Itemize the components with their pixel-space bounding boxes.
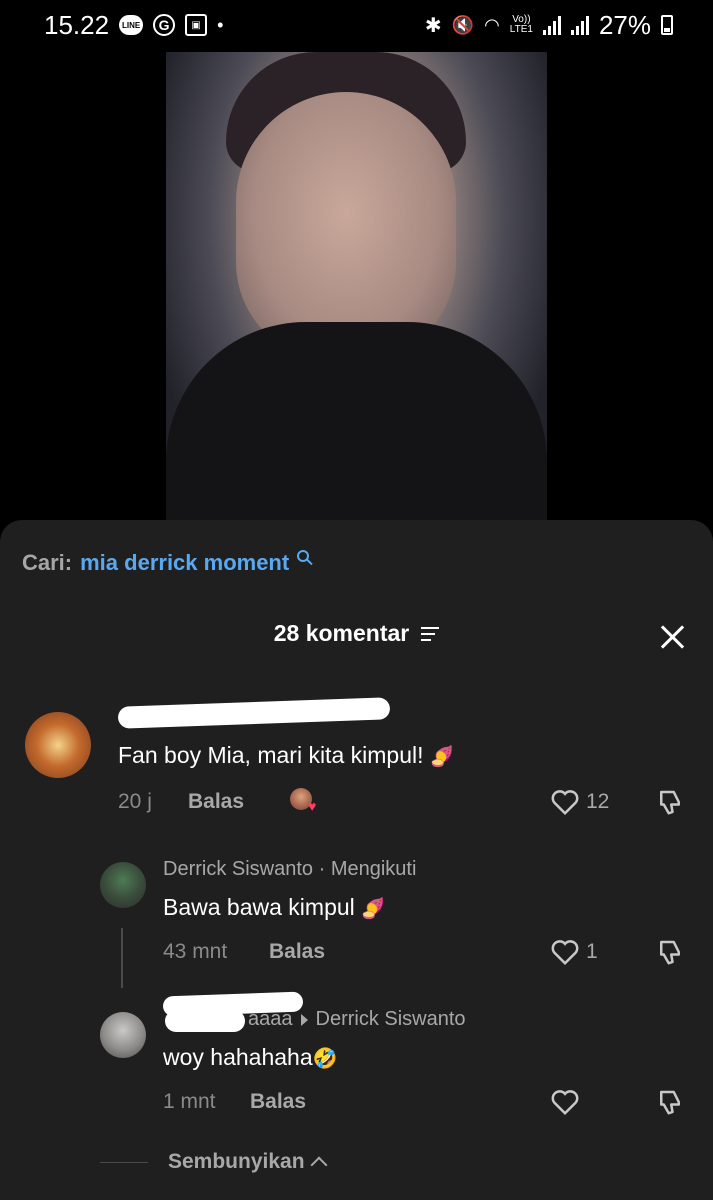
mute-icon: 🔇	[451, 14, 475, 35]
signal-icon-1	[542, 15, 561, 35]
comment-body: Fan boy Mia, mari kita kimpul!	[118, 742, 424, 768]
reply-item: aaaa Derrick Siswanto woy hahahaha🤣 1 mn…	[0, 991, 713, 1130]
reply-button[interactable]: Balas	[188, 790, 244, 814]
reply-body: woy hahahaha	[163, 1044, 313, 1070]
status-right: ✱ 🔇 ◠ Vo)) LTE1 27%	[425, 10, 673, 41]
hide-divider	[100, 1162, 148, 1163]
video-subject-shirt	[166, 322, 547, 522]
reply-text: woy hahahaha🤣	[163, 1044, 338, 1071]
line-app-icon: LINE	[119, 15, 144, 35]
status-time: 15.22	[44, 9, 110, 40]
reply-time: 43 mnt	[163, 940, 228, 963]
signal-icon-2	[570, 15, 589, 35]
redacted-username-2	[165, 1010, 245, 1032]
comments-sheet: Cari: mia derrick moment 28 komentar Fan…	[0, 520, 713, 1200]
reply-button[interactable]: Balas	[269, 940, 325, 964]
hide-replies-label: Sembunyikan	[168, 1150, 305, 1173]
reply-username: aaaa Derrick Siswanto	[248, 1008, 466, 1031]
reply-to-user[interactable]: Derrick Siswanto	[316, 1008, 466, 1031]
notification-app-icon: ▣	[185, 14, 208, 36]
dislike-icon[interactable]	[655, 787, 685, 817]
creator-heart-icon: ♥	[308, 798, 317, 814]
reply-username[interactable]: Derrick Siswanto · Mengikuti	[163, 858, 416, 881]
status-bar: 15.22 LINE G ▣ • ✱ 🔇 ◠ Vo)) LTE1 27%	[0, 0, 713, 50]
rofl-emoji: 🤣	[312, 1048, 338, 1070]
heart-icon[interactable]	[550, 788, 580, 816]
search-query-link[interactable]: mia derrick moment	[80, 550, 289, 576]
heart-icon[interactable]	[550, 938, 580, 966]
network-type: Vo)) LTE1	[510, 15, 533, 35]
bluetooth-icon: ✱	[424, 14, 442, 37]
battery-percent: 27%	[598, 9, 651, 40]
status-left: 15.22 LINE G ▣ •	[44, 10, 223, 41]
comment-item: Fan boy Mia, mari kita kimpul! 🍠 20 j Bal…	[0, 690, 713, 830]
reply-button[interactable]: Balas	[250, 1090, 306, 1114]
reply-time: 1 mnt	[163, 1090, 216, 1113]
comments-count: 28 komentar	[273, 620, 410, 646]
like-count: 1	[586, 940, 598, 963]
comment-time: 20 j	[118, 790, 152, 813]
redacted-username	[117, 697, 391, 729]
search-label: Cari:	[22, 550, 73, 575]
chevron-up-icon	[310, 1156, 328, 1174]
more-notifications-dot-icon: •	[217, 14, 224, 35]
sweet-potato-emoji: 🍠	[360, 898, 386, 920]
reply-body: Bawa bawa kimpul	[163, 894, 355, 920]
comments-header: 28 komentar	[0, 620, 713, 647]
battery-icon	[661, 15, 673, 35]
reply-item: Derrick Siswanto · Mengikuti Bawa bawa k…	[0, 850, 713, 980]
heart-icon[interactable]	[550, 1088, 580, 1116]
reply-arrow-icon	[300, 1013, 308, 1026]
search-icon	[297, 550, 310, 562]
reply-text: Bawa bawa kimpul 🍠	[163, 894, 386, 921]
dislike-icon[interactable]	[655, 1087, 685, 1117]
avatar[interactable]	[100, 862, 146, 908]
thread-line	[121, 928, 123, 988]
video-player[interactable]	[166, 52, 547, 522]
comment-text: Fan boy Mia, mari kita kimpul! 🍠	[118, 742, 454, 769]
filter-icon[interactable]	[421, 626, 440, 641]
close-icon[interactable]	[659, 624, 685, 650]
lte-label: LTE1	[509, 24, 533, 35]
sweet-potato-emoji: 🍠	[429, 746, 455, 768]
g-app-icon: G	[153, 14, 176, 36]
avatar[interactable]	[25, 712, 91, 778]
dislike-icon[interactable]	[655, 937, 685, 967]
avatar[interactable]	[100, 1012, 146, 1058]
search-suggestion[interactable]: Cari: mia derrick moment	[22, 550, 310, 576]
like-count: 12	[586, 790, 610, 813]
reply-username-partial[interactable]: aaaa	[248, 1008, 293, 1031]
hide-replies-button[interactable]: Sembunyikan	[168, 1150, 328, 1174]
wifi-icon: ◠	[484, 14, 500, 35]
